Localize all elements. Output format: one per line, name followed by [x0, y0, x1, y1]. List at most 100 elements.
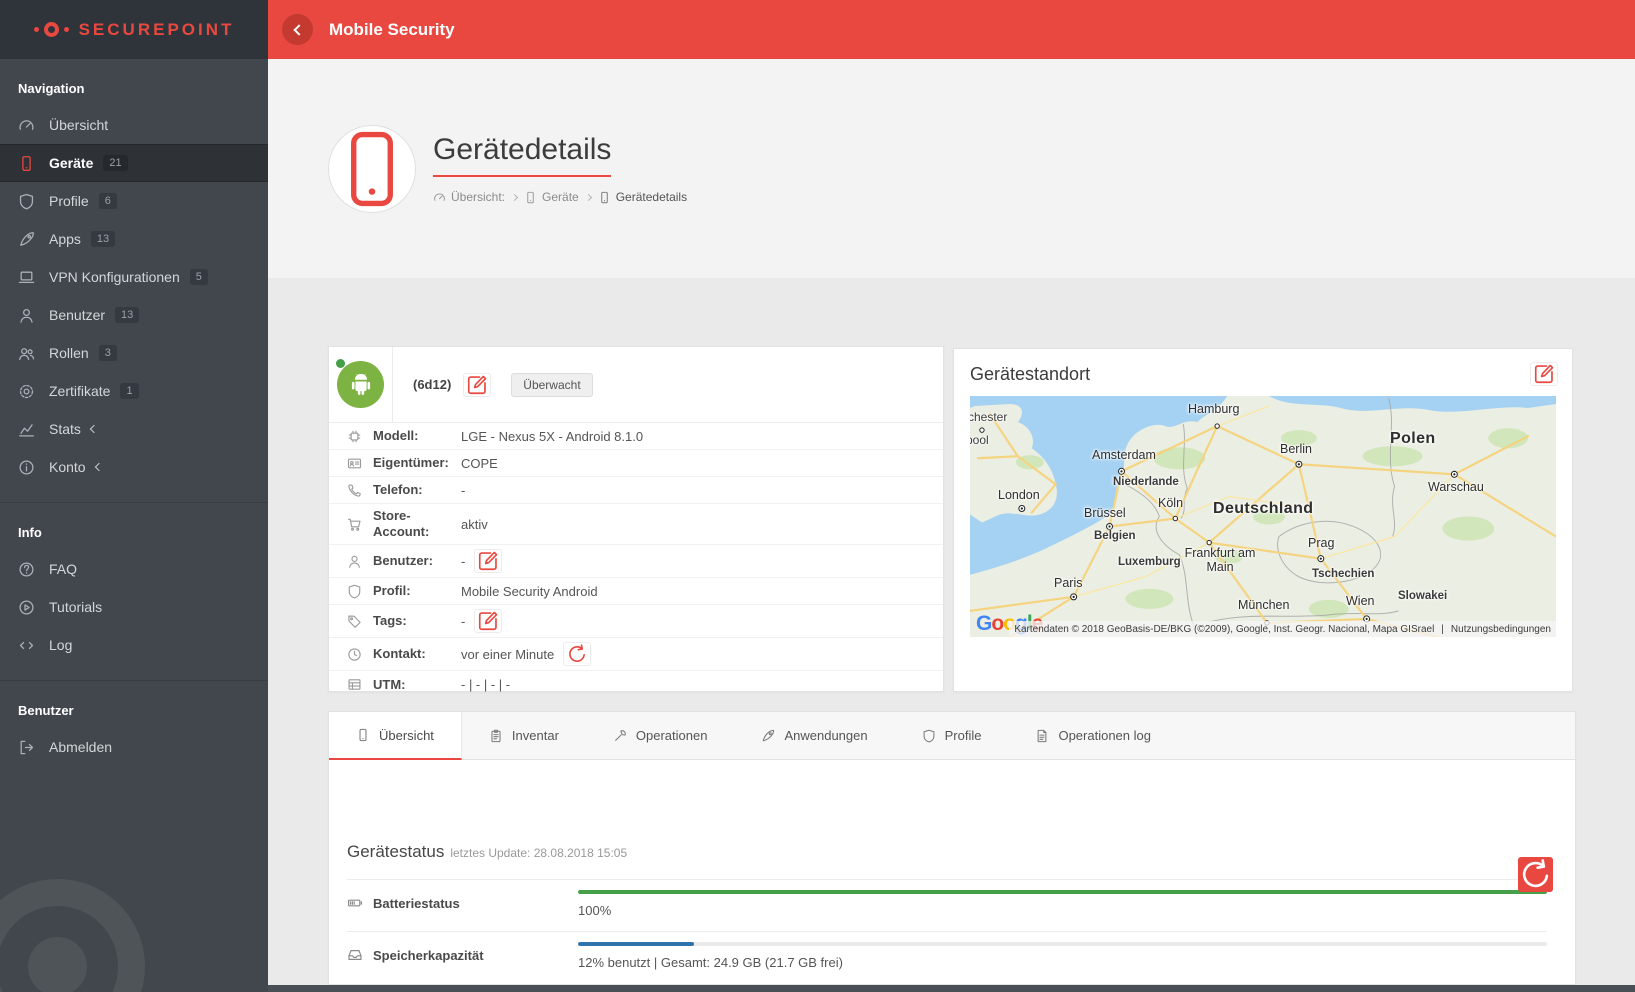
main-area: Mobile Security Gerätedetails Übersicht:…: [268, 0, 1635, 992]
sidebar-item-faq[interactable]: FAQ: [0, 550, 268, 588]
online-status-dot: [336, 359, 345, 368]
tab-operationen[interactable]: Operationen: [586, 712, 735, 759]
edit-user-button[interactable]: [474, 549, 502, 573]
content-area: (6d12) Überwacht Modell: LGE - Nexus 5X …: [268, 278, 1635, 992]
count-badge: 1: [120, 383, 138, 399]
sidebar-item-uebersicht[interactable]: Übersicht: [0, 106, 268, 144]
map-label: Warschau: [1428, 480, 1484, 494]
google-map[interactable]: chester pool Hamburg Amsterdam Niederlan…: [970, 396, 1556, 637]
sidebar-item-label: Profile: [49, 193, 89, 209]
sidebar-item-rollen[interactable]: Rollen 3: [0, 334, 268, 372]
count-badge: 3: [99, 345, 117, 361]
device-row-utm: UTM: - | - | - | -: [329, 671, 943, 698]
refresh-status-button[interactable]: [1518, 857, 1553, 892]
chevron-left-icon: [293, 24, 304, 35]
breadcrumb-uebersicht[interactable]: Übersicht:: [433, 190, 505, 204]
map-label: Berlin: [1280, 442, 1312, 456]
device-row-telefon: Telefon: -: [329, 477, 943, 504]
tab-bar: Übersicht Inventar Operationen Anwendung…: [329, 712, 1575, 760]
brand-name: SECUREPOINT: [79, 20, 235, 40]
tab-operationen-log[interactable]: Operationen log: [1008, 712, 1178, 759]
sidebar-item-label: Geräte: [49, 155, 93, 171]
sidebar-item-geraete[interactable]: Geräte 21: [0, 144, 268, 182]
tab-inventar[interactable]: Inventar: [462, 712, 586, 759]
sidebar-item-zertifikate[interactable]: Zertifikate 1: [0, 372, 268, 410]
status-title: Gerätestatus: [347, 842, 444, 861]
sidebar-item-apps[interactable]: Apps 13: [0, 220, 268, 258]
device-row-modell: Modell: LGE - Nexus 5X - Android 8.1.0: [329, 423, 943, 450]
logo-dot-icon: [34, 27, 39, 32]
tab-anwendungen[interactable]: Anwendungen: [734, 712, 894, 759]
sidebar-item-label: Konto: [49, 459, 86, 475]
sidebar-item-label: Abmelden: [49, 739, 112, 755]
refresh-contact-button[interactable]: [563, 642, 591, 666]
battery-progress-track: [578, 890, 1547, 894]
sidebar-item-profile[interactable]: Profile 6: [0, 182, 268, 220]
sidebar: SECUREPOINT Navigation Übersicht Geräte …: [0, 0, 268, 992]
page-title: Gerätedetails: [433, 133, 611, 177]
map-label: München: [1238, 598, 1289, 612]
brand-watermark: [0, 879, 145, 992]
map-label: Köln: [1158, 496, 1183, 510]
tab-profile[interactable]: Profile: [895, 712, 1009, 759]
page-header: Gerätedetails Übersicht: Geräte Geräted: [268, 59, 1635, 278]
storage-status-row: Speicherkapazität 12% benutzt | Gesamt: …: [347, 931, 1547, 983]
edit-device-name-button[interactable]: [463, 373, 491, 397]
count-badge: 13: [91, 231, 115, 247]
sidebar-item-label: VPN Konfigurationen: [49, 269, 180, 285]
shield-icon: [18, 193, 35, 210]
sidebar-item-abmelden[interactable]: Abmelden: [0, 728, 268, 766]
sidebar-item-vpn[interactable]: VPN Konfigurationen 5: [0, 258, 268, 296]
users-icon: [18, 345, 35, 362]
edit-location-button[interactable]: [1530, 362, 1558, 386]
laptop-icon: [18, 269, 35, 286]
battery-icon: [347, 895, 363, 911]
chevron-left-icon: [90, 425, 98, 433]
chip-icon: [347, 429, 362, 444]
tab-content-uebersicht: Gerätestatus letztes Update: 28.08.2018 1…: [329, 842, 1575, 992]
sidebar-item-tutorials[interactable]: Tutorials: [0, 588, 268, 626]
breadcrumb-geraetedetails: Gerätedetails: [598, 190, 687, 204]
wrench-icon: [613, 729, 627, 743]
shield-icon: [922, 729, 936, 743]
speedometer-icon: [18, 117, 35, 134]
chevron-right-icon: [585, 193, 592, 200]
back-button[interactable]: [282, 14, 313, 45]
sidebar-item-log[interactable]: Log: [0, 626, 268, 664]
edit-pencil-icon: [464, 374, 490, 396]
id-card-icon: [347, 456, 362, 471]
page-avatar: [328, 125, 416, 213]
mobile-phone-icon: [524, 191, 537, 204]
certificate-icon: [18, 383, 35, 400]
sidebar-item-konto[interactable]: Konto: [0, 448, 268, 486]
device-row-kontakt: Kontakt: vor einer Minute: [329, 638, 943, 671]
device-avatar-cell: [329, 347, 393, 422]
storage-progress-fill: [578, 942, 694, 946]
map-label: Frankfurt am Main: [1180, 546, 1260, 574]
android-robot-icon: [347, 371, 375, 399]
play-icon: [18, 599, 35, 616]
map-label: Prag: [1308, 536, 1334, 550]
map-label: pool: [970, 433, 989, 447]
clock-icon: [347, 647, 362, 662]
refresh-icon: [1518, 857, 1553, 892]
terms-link[interactable]: Nutzungsbedingungen: [1451, 624, 1551, 635]
breadcrumb-geraete[interactable]: Geräte: [524, 190, 579, 204]
question-icon: [18, 561, 35, 578]
tab-uebersicht[interactable]: Übersicht: [329, 712, 462, 760]
sidebar-item-benutzer[interactable]: Benutzer 13: [0, 296, 268, 334]
sidebar-item-stats[interactable]: Stats: [0, 410, 268, 448]
device-status-heading: Gerätestatus letztes Update: 28.08.2018 1…: [347, 842, 1575, 862]
map-label: Belgien: [1094, 530, 1136, 542]
map-copyright-text: Kartendaten © 2018 GeoBasis-DE/BKG (©200…: [1014, 624, 1434, 635]
device-info-card: (6d12) Überwacht Modell: LGE - Nexus 5X …: [328, 346, 944, 692]
map-label: Hamburg: [1188, 402, 1239, 416]
edit-tags-button[interactable]: [474, 609, 502, 633]
last-update-text: letztes Update: 28.08.2018 15:05: [450, 846, 627, 860]
sidebar-item-label: Apps: [49, 231, 81, 247]
edit-pencil-icon: [1531, 363, 1557, 385]
map-label: Wien: [1346, 594, 1374, 608]
brand-logo[interactable]: SECUREPOINT: [0, 0, 268, 59]
topbar: Mobile Security: [268, 0, 1635, 59]
rocket-icon: [761, 729, 775, 743]
